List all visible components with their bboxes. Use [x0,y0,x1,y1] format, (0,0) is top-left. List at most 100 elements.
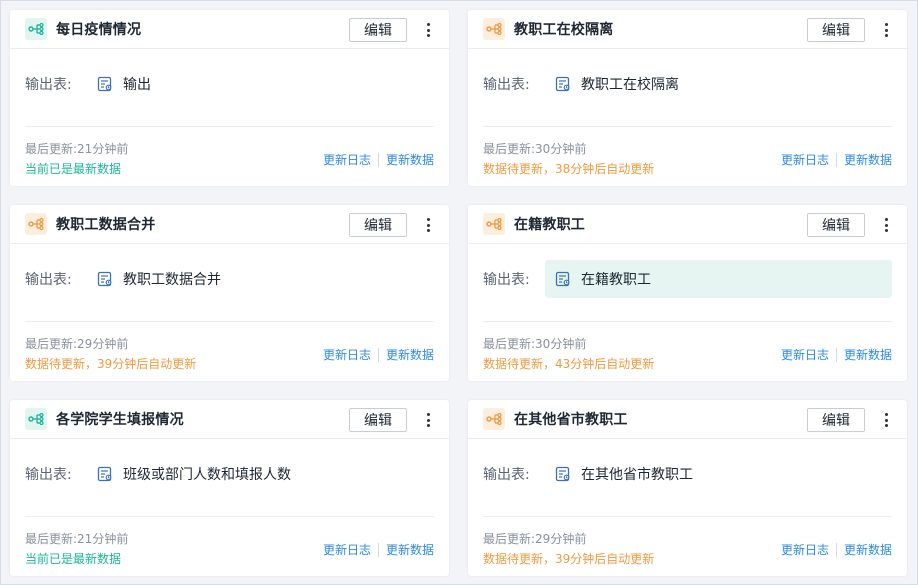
card-header: 各学院学生填报情况 编辑 [10,400,449,439]
output-table-name: 在其他省市教职工 [581,467,693,483]
update-log-link[interactable]: 更新日志 [323,151,371,168]
last-updated-text: 最后更新:29分钟前 [483,532,587,546]
update-log-link[interactable]: 更新日志 [323,541,371,558]
update-data-link[interactable]: 更新数据 [386,541,434,558]
dataflow-card-grid: 每日疫情情况 编辑 输出表: 输出 最后更新:21分钟前 当前已是最新数据 更新… [10,10,907,576]
dataflow-card: 教职工在校隔离 编辑 输出表: 教职工在校隔离 最后更新:30分钟前 数据待更新… [468,10,907,186]
update-meta: 最后更新:29分钟前 数据待更新，39分钟后自动更新 [483,532,654,567]
card-header: 在其他省市教职工 编辑 [468,400,907,439]
update-meta: 最后更新:29分钟前 数据待更新，39分钟后自动更新 [25,337,196,372]
edit-button[interactable]: 编辑 [349,18,407,42]
card-title: 在其他省市教职工 [514,412,628,428]
update-status-text: 数据待更新，38分钟后自动更新 [483,162,655,176]
output-table-item[interactable]: 班级或部门人数和填报人数 [87,455,434,493]
card-divider [25,321,434,322]
output-row: 输出表: 教职工数据合并 [25,259,434,299]
output-label: 输出表: [483,272,530,288]
edit-button[interactable]: 编辑 [807,408,865,432]
output-row: 输出表: 教职工在校隔离 [483,64,892,104]
update-data-link[interactable]: 更新数据 [844,346,892,363]
output-table-name: 班级或部门人数和填报人数 [123,467,291,483]
edit-button[interactable]: 编辑 [807,18,865,42]
last-updated-text: 最后更新:30分钟前 [483,337,587,351]
more-menu-icon[interactable] [879,411,893,429]
more-menu-icon[interactable] [879,216,893,234]
dataflow-card: 每日疫情情况 编辑 输出表: 输出 最后更新:21分钟前 当前已是最新数据 更新… [10,10,449,186]
data-table-icon [97,271,112,287]
update-meta: 最后更新:21分钟前 当前已是最新数据 [25,142,128,177]
dataflow-card: 在其他省市教职工 编辑 输出表: 在其他省市教职工 最后更新:29分钟前 数据待… [468,400,907,576]
flow-orange-icon [483,18,505,40]
output-row: 输出表: 班级或部门人数和填报人数 [25,454,434,494]
update-log-link[interactable]: 更新日志 [781,151,829,168]
card-actions: 更新日志 更新数据 [323,151,434,168]
output-label: 输出表: [25,77,72,93]
last-updated-text: 最后更新:21分钟前 [25,532,129,546]
output-label: 输出表: [483,77,530,93]
output-label: 输出表: [25,272,72,288]
card-actions: 更新日志 更新数据 [323,541,434,558]
dataflow-card: 在籍教职工 编辑 输出表: 在籍教职工 最后更新:30分钟前 数据待更新，43分… [468,205,907,381]
output-table-item[interactable]: 在籍教职工 [545,260,892,298]
output-table-name: 输出 [123,77,151,93]
card-title: 每日疫情情况 [56,22,142,38]
flow-node-icon [28,413,44,425]
flow-node-icon [486,23,502,35]
edit-button[interactable]: 编辑 [807,213,865,237]
card-actions: 更新日志 更新数据 [781,151,892,168]
flow-node-icon [28,218,44,230]
update-data-link[interactable]: 更新数据 [386,151,434,168]
output-table-item[interactable]: 输出 [87,65,434,103]
dataflow-card: 各学院学生填报情况 编辑 输出表: 班级或部门人数和填报人数 最后更新:21分钟… [10,400,449,576]
update-meta: 最后更新:21分钟前 当前已是最新数据 [25,532,128,567]
more-menu-icon[interactable] [421,216,435,234]
card-header: 每日疫情情况 编辑 [10,10,449,49]
flow-node-icon [28,23,44,35]
data-table-icon [97,466,112,482]
card-actions: 更新日志 更新数据 [323,346,434,363]
card-actions: 更新日志 更新数据 [781,541,892,558]
update-data-link[interactable]: 更新数据 [386,346,434,363]
output-row: 输出表: 在其他省市教职工 [483,454,892,494]
data-table-icon [555,271,570,287]
flow-orange-icon [483,213,505,235]
flow-node-icon [486,413,502,425]
action-separator [835,347,837,362]
more-menu-icon[interactable] [421,21,435,39]
output-table-item[interactable]: 在其他省市教职工 [545,455,892,493]
update-data-link[interactable]: 更新数据 [844,151,892,168]
update-status-text: 数据待更新，43分钟后自动更新 [483,357,655,371]
card-title: 教职工在校隔离 [514,22,614,38]
edit-button[interactable]: 编辑 [349,408,407,432]
card-header: 在籍教职工 编辑 [468,205,907,244]
output-table-item[interactable]: 教职工数据合并 [87,260,434,298]
last-updated-text: 最后更新:21分钟前 [25,142,129,156]
card-header: 教职工数据合并 编辑 [10,205,449,244]
update-status-text: 当前已是最新数据 [25,552,122,566]
update-log-link[interactable]: 更新日志 [781,346,829,363]
update-log-link[interactable]: 更新日志 [781,541,829,558]
more-menu-icon[interactable] [879,21,893,39]
update-status-text: 数据待更新，39分钟后自动更新 [25,357,197,371]
output-table-name: 在籍教职工 [581,272,651,288]
card-title: 各学院学生填报情况 [56,412,184,428]
update-log-link[interactable]: 更新日志 [323,346,371,363]
update-meta: 最后更新:30分钟前 数据待更新，43分钟后自动更新 [483,337,654,372]
more-menu-icon[interactable] [421,411,435,429]
flow-teal-icon [25,18,47,40]
output-table-item[interactable]: 教职工在校隔离 [545,65,892,103]
update-data-link[interactable]: 更新数据 [844,541,892,558]
action-separator [377,542,379,557]
data-table-icon [555,466,570,482]
action-separator [835,152,837,167]
update-meta: 最后更新:30分钟前 数据待更新，38分钟后自动更新 [483,142,654,177]
edit-button[interactable]: 编辑 [349,213,407,237]
card-divider [483,126,892,127]
output-row: 输出表: 在籍教职工 [483,259,892,299]
card-title: 教职工数据合并 [56,217,156,233]
output-label: 输出表: [25,467,72,483]
output-label: 输出表: [483,467,530,483]
card-divider [483,321,892,322]
card-divider [483,516,892,517]
card-actions: 更新日志 更新数据 [781,346,892,363]
